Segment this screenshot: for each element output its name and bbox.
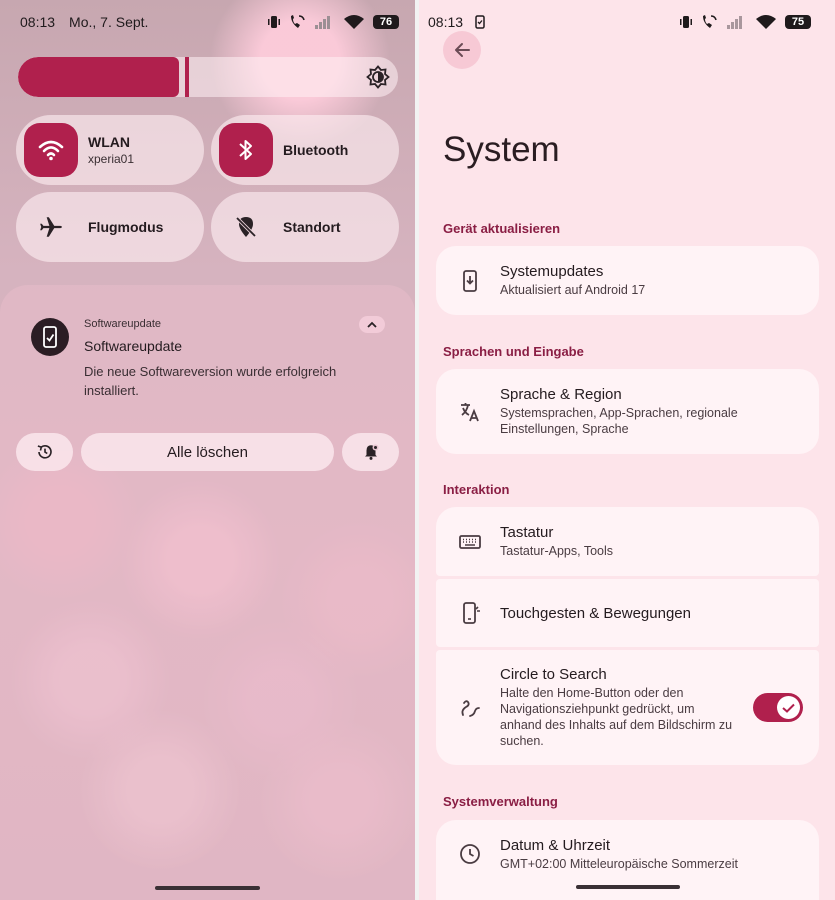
bluetooth-icon [239, 140, 252, 160]
phone-update-icon [43, 326, 57, 348]
status-date: Mo., 7. Sept. [69, 14, 149, 30]
item-systemupdates[interactable]: Systemupdates Aktualisiert auf Android 1… [436, 246, 819, 315]
vibrate-icon [268, 16, 280, 28]
section-interaction: Interaktion [443, 482, 510, 497]
tile-bluetooth-label: Bluetooth [283, 142, 349, 158]
status-bar-left: 08:13 Mo., 7. Sept. [20, 8, 148, 36]
quick-settings-panel: 08:13 Mo., 7. Sept. 76 WLAN xperia01 Blu… [0, 0, 415, 900]
clock-icon [460, 844, 480, 864]
section-system: Systemverwaltung [443, 794, 558, 809]
airplane-icon [40, 217, 62, 237]
location-off-icon [235, 216, 257, 238]
wifi-call-icon [703, 15, 717, 28]
item-gestures[interactable]: Touchgesten & Bewegungen [436, 579, 819, 647]
brightness-icon [366, 65, 390, 89]
wifi-call-icon [291, 15, 305, 28]
tile-location[interactable]: Standort [211, 192, 399, 262]
section-language: Sprachen und Eingabe [443, 344, 584, 359]
gesture-phone-icon [463, 602, 480, 624]
tile-wlan-sublabel: xperia01 [88, 152, 135, 166]
circle-to-search-toggle[interactable] [753, 693, 803, 722]
status-bar-right: 76 [268, 8, 399, 36]
brightness-thumb[interactable] [185, 57, 189, 97]
system-update-icon [463, 269, 477, 292]
tile-wlan-icon-box [24, 123, 78, 177]
systemupdates-title: Systemupdates [500, 263, 604, 280]
back-button[interactable] [443, 31, 481, 69]
phone-update-status-icon [475, 15, 485, 29]
signal-icon [315, 16, 330, 29]
home-handle[interactable] [155, 886, 260, 890]
datetime-subtitle: GMT+02:00 Mitteleuropäische Sommerzeit [500, 856, 738, 871]
card-gestures: Touchgesten & Bewegungen [436, 579, 819, 647]
wifi-status-icon [344, 14, 364, 29]
tile-wlan-label: WLAN [88, 134, 130, 150]
system-settings-screen: 08:13 75 System Gerät aktualisieren Syst… [419, 0, 835, 900]
arrow-back-icon [455, 43, 470, 57]
notification-app-name: Softwareupdate [84, 318, 162, 330]
keyboard-subtitle: Tastatur-Apps, Tools [500, 544, 614, 558]
card-update: Systemupdates Aktualisiert auf Android 1… [436, 246, 819, 315]
tile-location-label: Standort [283, 219, 341, 235]
signal-icon [727, 16, 742, 29]
wifi-icon [38, 140, 64, 161]
datetime-title: Datum & Uhrzeit [500, 836, 611, 854]
tile-wlan[interactable]: WLAN xperia01 [16, 115, 204, 185]
item-circle-to-search[interactable]: Circle to Search Halte den Home-Button o… [436, 650, 819, 765]
gestures-title: Touchgesten & Bewegungen [500, 604, 691, 622]
notification-app-icon [31, 318, 69, 356]
systemupdates-subtitle: Aktualisiert auf Android 17 [500, 283, 646, 297]
item-datetime[interactable]: Datum & Uhrzeit GMT+02:00 Mitteleuropäis… [436, 820, 819, 888]
brightness-fill [18, 57, 179, 97]
check-icon [782, 703, 795, 713]
tile-bluetooth[interactable]: Bluetooth [211, 115, 399, 185]
circle-to-search-icon [461, 699, 480, 717]
page-title: System [443, 130, 560, 169]
keyboard-title: Tastatur [500, 524, 554, 541]
notification-history-button[interactable] [16, 433, 73, 471]
item-keyboard[interactable]: Tastatur Tastatur-Apps, Tools [436, 507, 819, 576]
keyboard-icon [459, 534, 481, 549]
notification-body: Die neue Softwareversion wurde erfolgrei… [84, 364, 337, 398]
tile-airplane-label: Flugmodus [88, 219, 164, 235]
card-circle-to-search: Circle to Search Halte den Home-Button o… [436, 650, 819, 765]
history-icon [37, 444, 52, 459]
circle-title: Circle to Search [500, 666, 607, 683]
home-handle-right[interactable] [576, 885, 680, 889]
clear-all-button[interactable]: Alle löschen [81, 433, 334, 471]
card-language: Sprache & Region Systemsprachen, App-Spr… [436, 369, 819, 454]
toggle-knob [777, 696, 800, 719]
tile-airplane[interactable]: Flugmodus [16, 192, 204, 262]
brightness-slider[interactable] [18, 57, 398, 97]
battery-indicator: 76 [373, 15, 399, 29]
tile-airplane-icon-box [24, 200, 78, 254]
wifi-status-icon [756, 14, 776, 29]
notification-settings-button[interactable] [342, 433, 399, 471]
circle-subtitle: Halte den Home-Button oder den Navigatio… [500, 686, 733, 748]
vibrate-icon [680, 16, 692, 28]
card-keyboard: Tastatur Tastatur-Apps, Tools [436, 507, 819, 576]
tile-bluetooth-icon-box [219, 123, 273, 177]
section-update: Gerät aktualisieren [443, 221, 561, 236]
status-bar-right-panel: 75 [680, 8, 811, 36]
status-time: 08:13 [20, 14, 56, 30]
item-language-region[interactable]: Sprache & Region Systemsprachen, App-Spr… [436, 369, 819, 454]
chevron-up-icon [367, 321, 377, 328]
status-time-right: 08:13 [428, 14, 464, 30]
translate-icon [461, 402, 479, 421]
notification-title: Softwareupdate [84, 338, 183, 354]
language-subtitle: Systemsprachen, App-Sprachen, regionale … [500, 406, 738, 436]
bell-settings-icon [364, 444, 378, 460]
battery-indicator: 75 [785, 15, 811, 29]
language-title: Sprache & Region [500, 386, 622, 403]
notification-collapse-button[interactable] [359, 316, 385, 333]
tile-location-icon-box [219, 200, 273, 254]
